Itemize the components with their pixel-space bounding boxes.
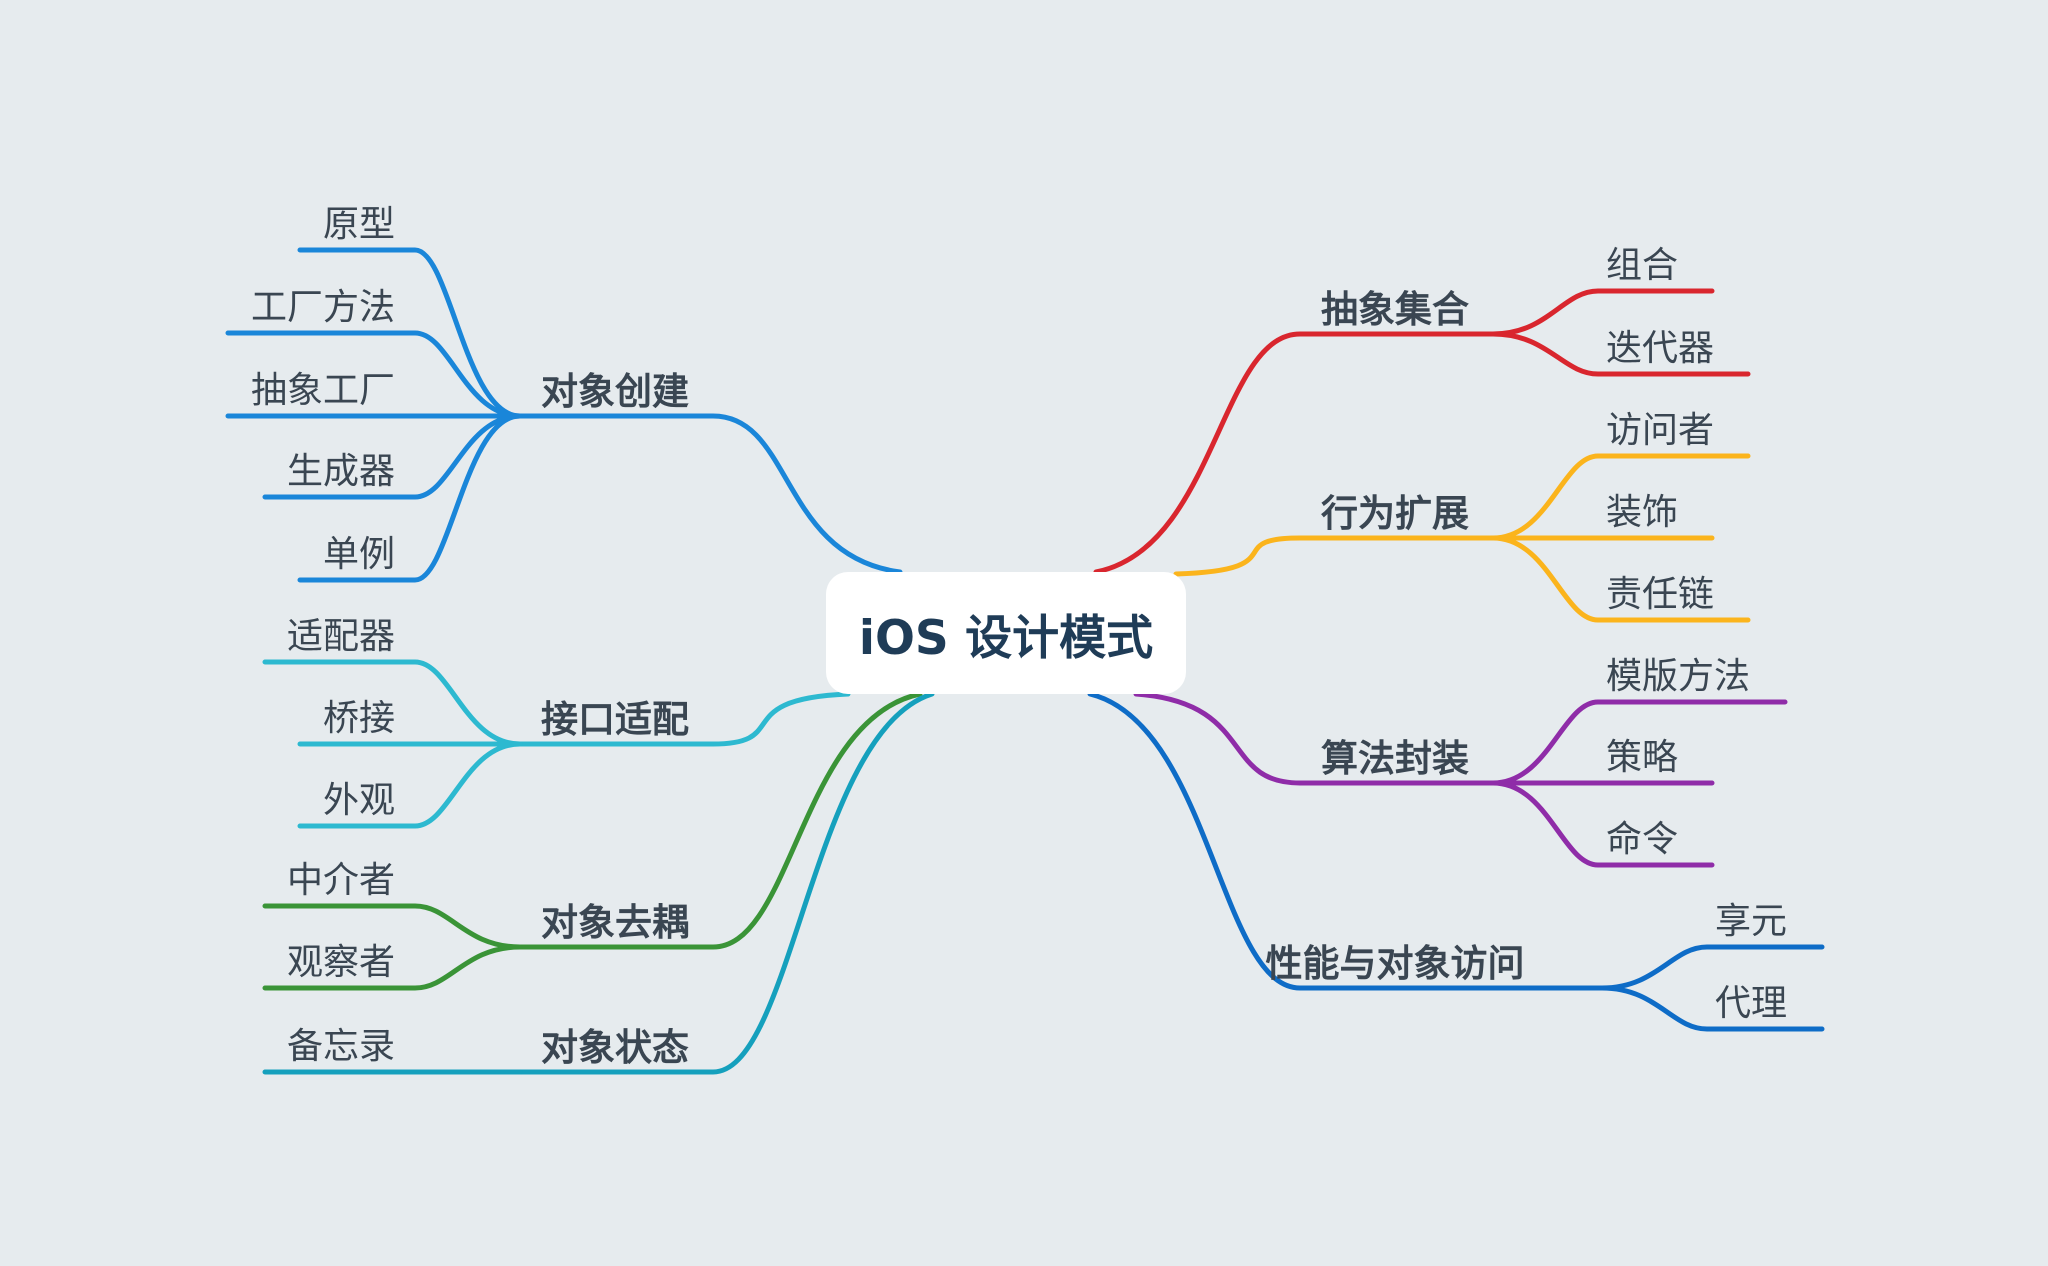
subtopic-label[interactable]: 组合 bbox=[1606, 245, 1678, 286]
main-topic-label[interactable]: 接口适配 bbox=[541, 698, 689, 741]
subtopic-label[interactable]: 代理 bbox=[1715, 983, 1787, 1024]
subtopic-label[interactable]: 责任链 bbox=[1606, 574, 1714, 615]
subtopic-label[interactable]: 观察者 bbox=[287, 942, 395, 983]
subtopic-connector bbox=[1599, 944, 1825, 991]
subtopic-label[interactable]: 单例 bbox=[323, 534, 395, 575]
subtopic-label[interactable]: 适配器 bbox=[287, 616, 395, 657]
subtopic-label[interactable]: 策略 bbox=[1606, 737, 1678, 778]
subtopic-label[interactable]: 迭代器 bbox=[1606, 328, 1714, 369]
main-topic-label[interactable]: 对象创建 bbox=[541, 370, 689, 413]
subtopic-label[interactable]: 模版方法 bbox=[1606, 656, 1750, 697]
branch-connector-0 bbox=[517, 413, 903, 575]
subtopic-label[interactable]: 享元 bbox=[1715, 901, 1787, 942]
subtopic-label[interactable]: 桥接 bbox=[323, 698, 395, 739]
central-topic-node[interactable]: iOS 设计模式 bbox=[826, 572, 1186, 694]
main-topic-label[interactable]: 对象状态 bbox=[541, 1026, 689, 1069]
branch-connector-3 bbox=[517, 691, 935, 1075]
subtopic-label[interactable]: 访问者 bbox=[1606, 410, 1714, 451]
subtopic-label[interactable]: 命令 bbox=[1606, 819, 1678, 860]
main-topic-label[interactable]: 行为扩展 bbox=[1321, 492, 1469, 535]
main-topic-label[interactable]: 对象去耦 bbox=[541, 901, 689, 944]
subtopic-label[interactable]: 备忘录 bbox=[287, 1026, 395, 1067]
subtopic-label[interactable]: 外观 bbox=[323, 780, 395, 821]
branch-connector-5 bbox=[1173, 535, 1496, 577]
central-topic-title: iOS 设计模式 bbox=[858, 610, 1154, 666]
subtopic-label[interactable]: 中介者 bbox=[287, 860, 395, 901]
subtopic-label[interactable]: 原型 bbox=[323, 204, 395, 245]
main-topic-label[interactable]: 算法封装 bbox=[1321, 737, 1469, 780]
subtopic-connector bbox=[262, 903, 523, 950]
subtopic-label[interactable]: 工厂方法 bbox=[251, 287, 395, 328]
subtopic-label[interactable]: 抽象工厂 bbox=[251, 370, 395, 411]
main-topic-label[interactable]: 性能与对象访问 bbox=[1266, 942, 1525, 985]
subtopic-label[interactable]: 装饰 bbox=[1606, 492, 1678, 533]
subtopic-label[interactable]: 生成器 bbox=[287, 451, 395, 492]
subtopic-connector bbox=[1599, 985, 1825, 1032]
main-topic-label[interactable]: 抽象集合 bbox=[1321, 288, 1469, 331]
subtopic-connector bbox=[1490, 780, 1715, 868]
